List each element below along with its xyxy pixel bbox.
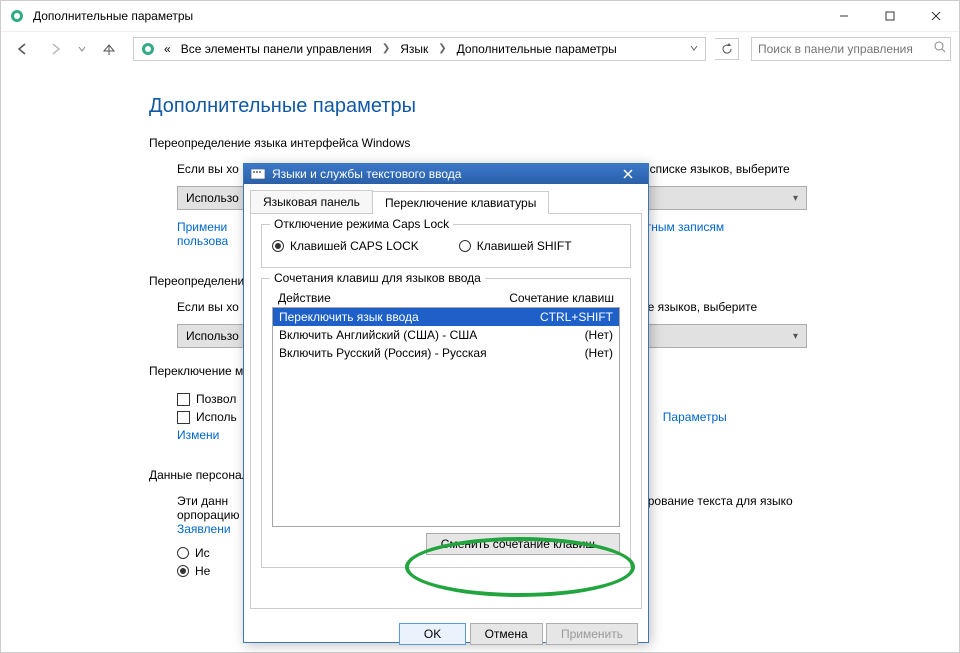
body-text: Если вы хо: [177, 300, 239, 314]
change-hotkeys-link[interactable]: Измени: [177, 428, 219, 442]
breadcrumb-prefix: «: [160, 40, 175, 58]
titlebar: Дополнительные параметры: [1, 1, 959, 31]
minimize-button[interactable]: [821, 1, 867, 31]
chevron-right-icon: ❯: [378, 41, 394, 56]
capslock-key-radio[interactable]: Клавишей CAPS LOCK: [272, 239, 419, 253]
tab-language-bar[interactable]: Языковая панель: [250, 190, 373, 213]
hotkeys-listbox[interactable]: Переключить язык ввода CTRL+SHIFT Включит…: [272, 307, 620, 527]
search-box[interactable]: [751, 37, 951, 61]
chevron-down-icon: ▾: [793, 331, 798, 342]
cancel-button[interactable]: Отмена: [470, 623, 543, 645]
maximize-button[interactable]: [867, 1, 913, 31]
cell-action: Переключить язык ввода: [279, 310, 419, 324]
apply-button[interactable]: Применить: [546, 623, 638, 645]
recent-dropdown[interactable]: [73, 35, 91, 63]
body-text: Если вы хо: [177, 162, 239, 176]
nav-toolbar: « Все элементы панели управления ❯ Язык …: [1, 31, 959, 65]
page-title: Дополнительные параметры: [149, 95, 849, 118]
search-icon[interactable]: [930, 41, 950, 56]
dialog-body: Языковая панель Переключение клавиатуры …: [244, 184, 648, 615]
tab-keyboard-switch[interactable]: Переключение клавиатуры: [372, 191, 549, 214]
radio-label: Не: [195, 564, 210, 578]
keyboard-icon: [250, 166, 266, 182]
checkbox-label: Исполь: [196, 410, 237, 424]
checkbox-label: Позвол: [196, 392, 236, 406]
window-title: Дополнительные параметры: [33, 9, 821, 23]
shift-key-radio[interactable]: Клавишей SHIFT: [459, 239, 572, 253]
up-button[interactable]: [95, 35, 123, 63]
breadcrumb: « Все элементы панели управления ❯ Язык …: [160, 40, 685, 58]
radio-icon: [177, 565, 189, 577]
cell-action: Включить Английский (США) - США: [279, 328, 477, 342]
capslock-group: Отключение режима Caps Lock Клавишей CAP…: [261, 224, 631, 268]
dialog-title: Языки и службы текстового ввода: [272, 167, 606, 181]
breadcrumb-item[interactable]: Дополнительные параметры: [453, 40, 621, 58]
address-bar[interactable]: « Все элементы панели управления ❯ Язык …: [133, 37, 706, 61]
chevron-right-icon: ❯: [434, 41, 450, 56]
refresh-button[interactable]: [715, 38, 739, 60]
back-button[interactable]: [9, 35, 37, 63]
list-header: Действие Сочетание клавиш: [272, 289, 620, 307]
radio-icon: [177, 547, 189, 559]
radio-label: Клавишей SHIFT: [477, 239, 572, 253]
ok-button[interactable]: OK: [399, 623, 466, 645]
cell-action: Включить Русский (Россия) - Русская: [279, 346, 487, 360]
close-button[interactable]: [913, 1, 959, 31]
breadcrumb-item[interactable]: Все элементы панели управления: [177, 40, 376, 58]
chevron-down-icon: ▾: [793, 193, 798, 204]
group-legend: Сочетания клавиш для языков ввода: [270, 271, 485, 285]
cell-keys: (Нет): [585, 328, 613, 342]
dialog-buttons: OK Отмена Применить: [244, 615, 648, 653]
checkbox-icon: [177, 393, 190, 406]
address-dropdown[interactable]: [685, 42, 703, 56]
tab-panel: Отключение режима Caps Lock Клавишей CAP…: [250, 213, 642, 609]
section-header: Переопределение языка интерфейса Windows: [149, 136, 849, 150]
cell-keys: CTRL+SHIFT: [540, 310, 613, 324]
app-icon: [9, 8, 25, 24]
list-item[interactable]: Включить Русский (Россия) - Русская (Нет): [273, 344, 619, 362]
options-link[interactable]: Параметры: [663, 410, 727, 424]
breadcrumb-item[interactable]: Язык: [396, 40, 432, 58]
radio-icon: [459, 240, 471, 252]
group-legend: Отключение режима Caps Lock: [270, 217, 453, 231]
list-item[interactable]: Включить Английский (США) - США (Нет): [273, 326, 619, 344]
radio-label: Клавишей CAPS LOCK: [290, 239, 419, 253]
forward-button[interactable]: [41, 35, 69, 63]
dialog-close-button[interactable]: [612, 164, 644, 184]
col-action: Действие: [278, 291, 331, 305]
dialog-titlebar: Языки и службы текстового ввода: [244, 164, 648, 184]
search-input[interactable]: [752, 42, 930, 56]
apply-link[interactable]: пользова: [177, 234, 228, 248]
hotkeys-group: Сочетания клавиш для языков ввода Действ…: [261, 278, 631, 568]
list-item[interactable]: Переключить язык ввода CTRL+SHIFT: [273, 308, 619, 326]
radio-icon: [272, 240, 284, 252]
radio-label: Ис: [195, 546, 210, 560]
checkbox-icon: [177, 411, 190, 424]
change-hotkey-button[interactable]: Сменить сочетание клавиш...: [426, 533, 620, 555]
combo-text: Использо: [186, 329, 239, 343]
body-text: Эти данн: [177, 494, 228, 508]
location-icon: [140, 41, 156, 57]
combo-text: Использо: [186, 191, 239, 205]
text-services-dialog: Языки и службы текстового ввода Языковая…: [243, 163, 649, 643]
apply-link[interactable]: Примени: [177, 220, 227, 234]
col-keys: Сочетание клавиш: [509, 291, 614, 305]
privacy-link[interactable]: Заявлени: [177, 522, 231, 536]
cell-keys: (Нет): [585, 346, 613, 360]
